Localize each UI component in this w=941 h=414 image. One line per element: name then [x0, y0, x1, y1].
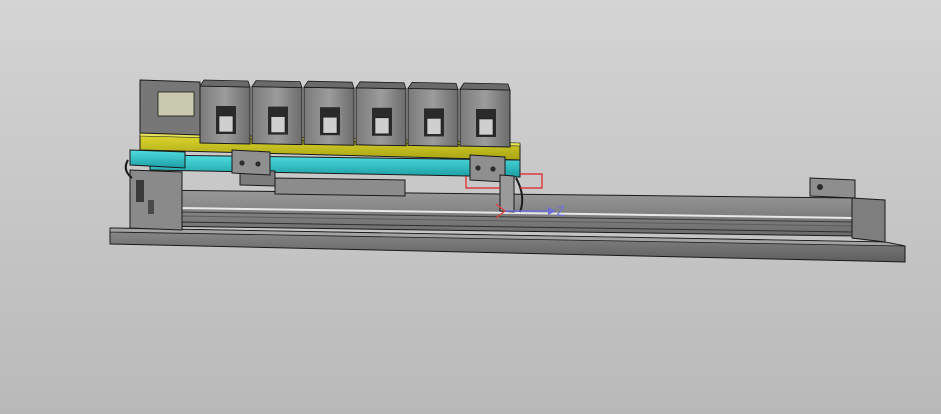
assembly-3d-model[interactable]: Z [0, 0, 941, 414]
module-block[interactable] [459, 82, 511, 148]
clamp-block-left[interactable] [231, 149, 271, 176]
controller-housing[interactable] [139, 79, 201, 136]
module-block[interactable] [407, 81, 459, 147]
z-axis-label: Z [556, 205, 565, 220]
cad-viewport[interactable]: Z [0, 0, 941, 414]
module-row [199, 79, 511, 148]
module-block[interactable] [303, 80, 355, 146]
module-block[interactable] [251, 80, 303, 146]
module-block[interactable] [199, 79, 251, 145]
module-block[interactable] [355, 81, 407, 147]
